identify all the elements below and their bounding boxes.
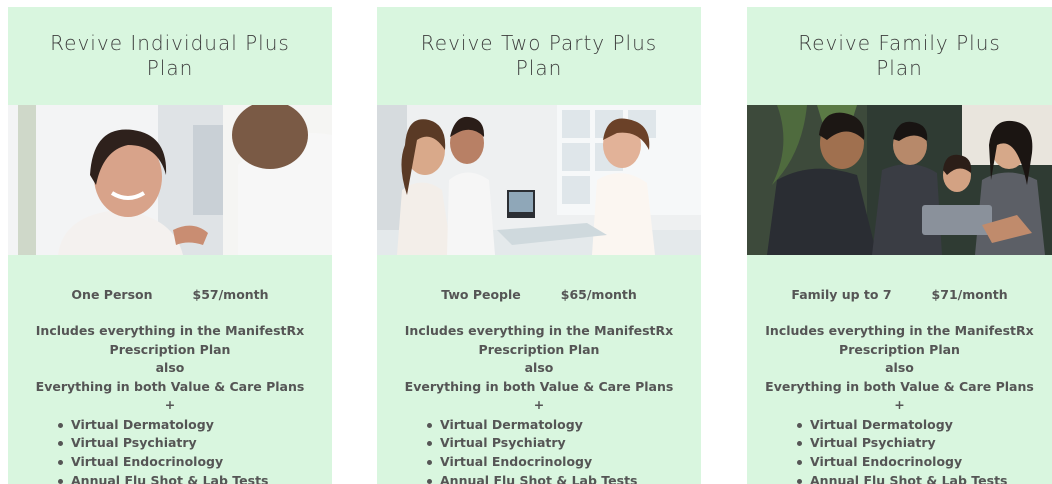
plan-card-two-party: Revive Two Party Plus Plan Two People $6…: [377, 7, 701, 484]
includes-line: Prescription Plan: [839, 341, 960, 357]
everything-line: Everything in both Value & Care Plans: [35, 378, 305, 394]
plan-card-individual: Revive Individual Plus Plan One Person $…: [8, 7, 332, 484]
also-text: also: [885, 360, 914, 375]
people-count: Two People: [441, 287, 521, 302]
feature-item: Virtual Psychiatry: [797, 434, 1052, 453]
plus-text: +: [164, 397, 176, 412]
feature-item: Virtual Dermatology: [427, 416, 701, 435]
plus-text: +: [894, 397, 905, 412]
feature-item: Annual Flu Shot & Lab Tests: [797, 472, 1052, 484]
includes-line: Includes everything in the ManifestRx: [404, 323, 674, 338]
plan-price: $71/month: [931, 287, 1008, 302]
feature-item: Annual Flu Shot & Lab Tests: [58, 472, 332, 484]
also-text: also: [155, 360, 185, 375]
people-count: Family up to 7: [791, 287, 892, 302]
plan-title: Revive Family Plus Plan: [798, 31, 1001, 80]
feature-item: Annual Flu Shot & Lab Tests: [427, 472, 701, 484]
plan-title: Revive Two Party Plus Plan: [420, 31, 658, 80]
plan-title: Revive Individual Plus Plan: [50, 31, 290, 80]
plan-price: $57/month: [192, 287, 269, 302]
feature-item: Virtual Endocrinology: [58, 453, 332, 472]
everything-line: Everything in both Value & Care Plans: [765, 378, 1034, 394]
feature-list: Virtual Dermatology Virtual Psychiatry V…: [377, 416, 701, 484]
feature-item: Virtual Psychiatry: [58, 434, 332, 453]
doctor-patient-photo: [8, 105, 332, 255]
includes-line: Prescription Plan: [109, 341, 231, 357]
couple-consultation-photo: [377, 105, 701, 255]
includes-line: Includes everything in the ManifestRx: [35, 323, 305, 338]
everything-line: Everything in both Value & Care Plans: [404, 378, 674, 394]
feature-item: Virtual Dermatology: [797, 416, 1052, 435]
feature-list: Virtual Dermatology Virtual Psychiatry V…: [747, 416, 1052, 484]
people-count: One Person: [71, 287, 153, 302]
feature-item: Virtual Endocrinology: [427, 453, 701, 472]
also-text: also: [524, 360, 554, 375]
includes-line: Includes everything in the ManifestRx: [765, 323, 1034, 338]
feature-item: Virtual Psychiatry: [427, 434, 701, 453]
feature-item: Virtual Dermatology: [58, 416, 332, 435]
plan-card-family: Revive Family Plus Plan Family up to 7 $…: [747, 7, 1052, 484]
feature-list: Virtual Dermatology Virtual Psychiatry V…: [8, 416, 332, 484]
family-consultation-photo: [747, 105, 1052, 255]
includes-line: Prescription Plan: [478, 341, 600, 357]
feature-item: Virtual Endocrinology: [797, 453, 1052, 472]
plan-price: $65/month: [560, 287, 637, 302]
plus-text: +: [533, 397, 545, 412]
